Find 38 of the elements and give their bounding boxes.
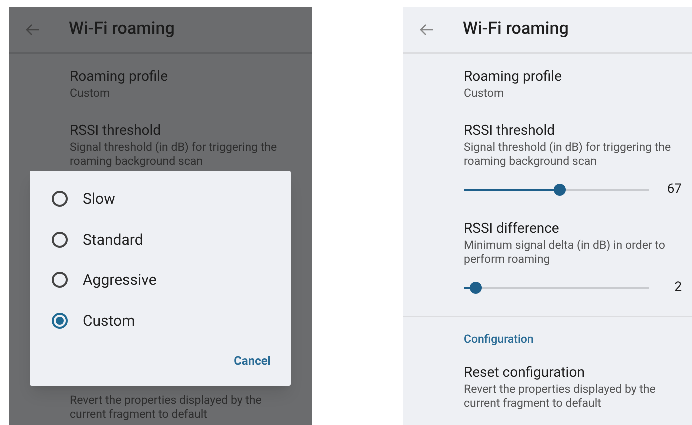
preference-summary: Custom xyxy=(70,86,112,100)
preference-title: RSSI threshold xyxy=(464,122,556,140)
slider-thumb[interactable] xyxy=(554,184,566,196)
option-label: Aggressive xyxy=(83,270,157,291)
preference-title: RSSI threshold xyxy=(70,122,162,140)
option-label: Slow xyxy=(83,189,116,210)
preference-summary: Revert the properties displayed by the current fragment to default xyxy=(69,393,263,423)
option-label: Custom xyxy=(83,310,136,332)
radio-option[interactable]: Standard xyxy=(30,220,291,260)
radio-option[interactable]: Slow xyxy=(30,179,291,220)
section-header: Configuration xyxy=(463,331,535,348)
preference-row[interactable]: Roaming profile Custom xyxy=(403,54,692,108)
option-label: Standard xyxy=(83,230,144,250)
cancel-button[interactable]: Cancel xyxy=(228,348,277,374)
radio-button[interactable] xyxy=(52,272,68,288)
preference-title: RSSI difference xyxy=(464,220,560,238)
preference-title: Roaming profile xyxy=(464,68,564,86)
slider[interactable] xyxy=(464,184,649,196)
radio-button[interactable] xyxy=(52,312,68,329)
screen-title: Wi-Fi roaming xyxy=(69,18,175,41)
radio-button[interactable] xyxy=(52,232,68,248)
preference-summary: Revert the properties displayed by the current fragment to default xyxy=(464,382,657,410)
preference-title: Roaming profile xyxy=(70,68,170,86)
slider-thumb[interactable] xyxy=(470,282,482,294)
screen-title: Wi-Fi roaming xyxy=(463,18,569,41)
preference-title: Reset configuration xyxy=(464,364,586,382)
radio-option[interactable]: Custom xyxy=(30,300,291,341)
slider[interactable] xyxy=(464,282,649,294)
preference-row[interactable]: Reset configuration Revert the properties displayed by the current fragment to default xyxy=(403,350,692,418)
preference-summary: Minimum signal delta (in dB) in order to perform roaming xyxy=(464,238,666,266)
preference-summary: Custom xyxy=(464,86,506,100)
preference-summary: Signal threshold (in dB) for triggering the roaming background scan xyxy=(464,140,672,168)
radio-option[interactable]: Aggressive xyxy=(30,260,291,300)
slider-value: 67 xyxy=(667,181,682,200)
radio-button[interactable] xyxy=(52,191,68,208)
preference-summary: Signal threshold (in dB) for triggering the roaming background scan xyxy=(70,140,278,168)
slider-value: 2 xyxy=(674,279,682,298)
back-arrow-icon[interactable] xyxy=(419,22,435,38)
